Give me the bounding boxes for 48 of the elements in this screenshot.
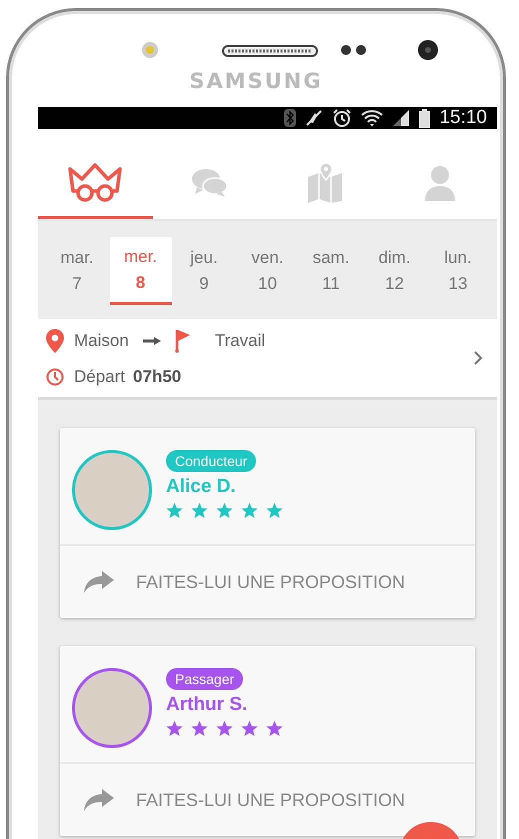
date-tab[interactable]: mer. 8 xyxy=(110,237,172,305)
signal-icon xyxy=(392,109,410,127)
speaker-grille-icon xyxy=(222,45,318,57)
role-badge: Conducteur xyxy=(166,450,256,472)
date-tab[interactable]: dim. 12 xyxy=(364,237,426,305)
destination-text: Travail xyxy=(214,331,266,351)
date-tab[interactable]: jeu. 9 xyxy=(173,237,235,305)
star-icon xyxy=(266,720,283,737)
star-icon xyxy=(266,502,283,519)
sensor-icon xyxy=(338,44,368,56)
date-tab[interactable]: ven. 10 xyxy=(236,237,298,305)
role-badge: Passager xyxy=(166,668,244,690)
departure-label: Départ xyxy=(74,367,126,387)
flash-icon xyxy=(141,41,159,59)
star-icon xyxy=(191,502,208,519)
location-pin-icon xyxy=(46,329,64,353)
map-pin-icon xyxy=(306,162,344,202)
share-arrow-icon xyxy=(84,571,114,593)
star-icon xyxy=(216,502,233,519)
clock-icon xyxy=(46,368,64,386)
arrow-icon xyxy=(142,337,161,345)
brand-logo: SAMSUNG xyxy=(188,69,324,93)
star-icon xyxy=(191,720,208,737)
star-icon xyxy=(166,720,183,737)
date-tab[interactable]: sam. 11 xyxy=(300,237,362,305)
proposal-button[interactable]: FAITES-LUI UNE PROPOSITION xyxy=(60,546,475,618)
flag-icon xyxy=(174,329,191,353)
star-icon xyxy=(241,720,258,737)
mute-icon xyxy=(305,109,324,127)
alarm-icon xyxy=(332,108,352,128)
star-icon xyxy=(241,502,258,519)
star-icon xyxy=(216,720,233,737)
person-icon xyxy=(422,164,457,202)
star-icon xyxy=(166,502,183,519)
front-camera-icon xyxy=(417,39,439,61)
wifi-icon xyxy=(361,109,384,127)
origin-text: Maison xyxy=(74,331,129,351)
crown-glasses-icon xyxy=(66,162,124,202)
clock-time: 15:10 xyxy=(439,107,487,129)
departure-time: 07h50 xyxy=(133,367,182,387)
date-tab[interactable]: mar. 7 xyxy=(46,237,108,305)
chat-bubbles-icon xyxy=(191,166,230,198)
user-name: Alice D. xyxy=(166,476,236,498)
user-name: Arthur S. xyxy=(166,694,248,716)
chevron-right-icon[interactable] xyxy=(473,350,483,366)
date-tab[interactable]: lun. 13 xyxy=(427,237,489,305)
share-arrow-icon xyxy=(84,789,114,811)
proposal-button[interactable]: FAITES-LUI UNE PROPOSITION xyxy=(60,764,475,836)
